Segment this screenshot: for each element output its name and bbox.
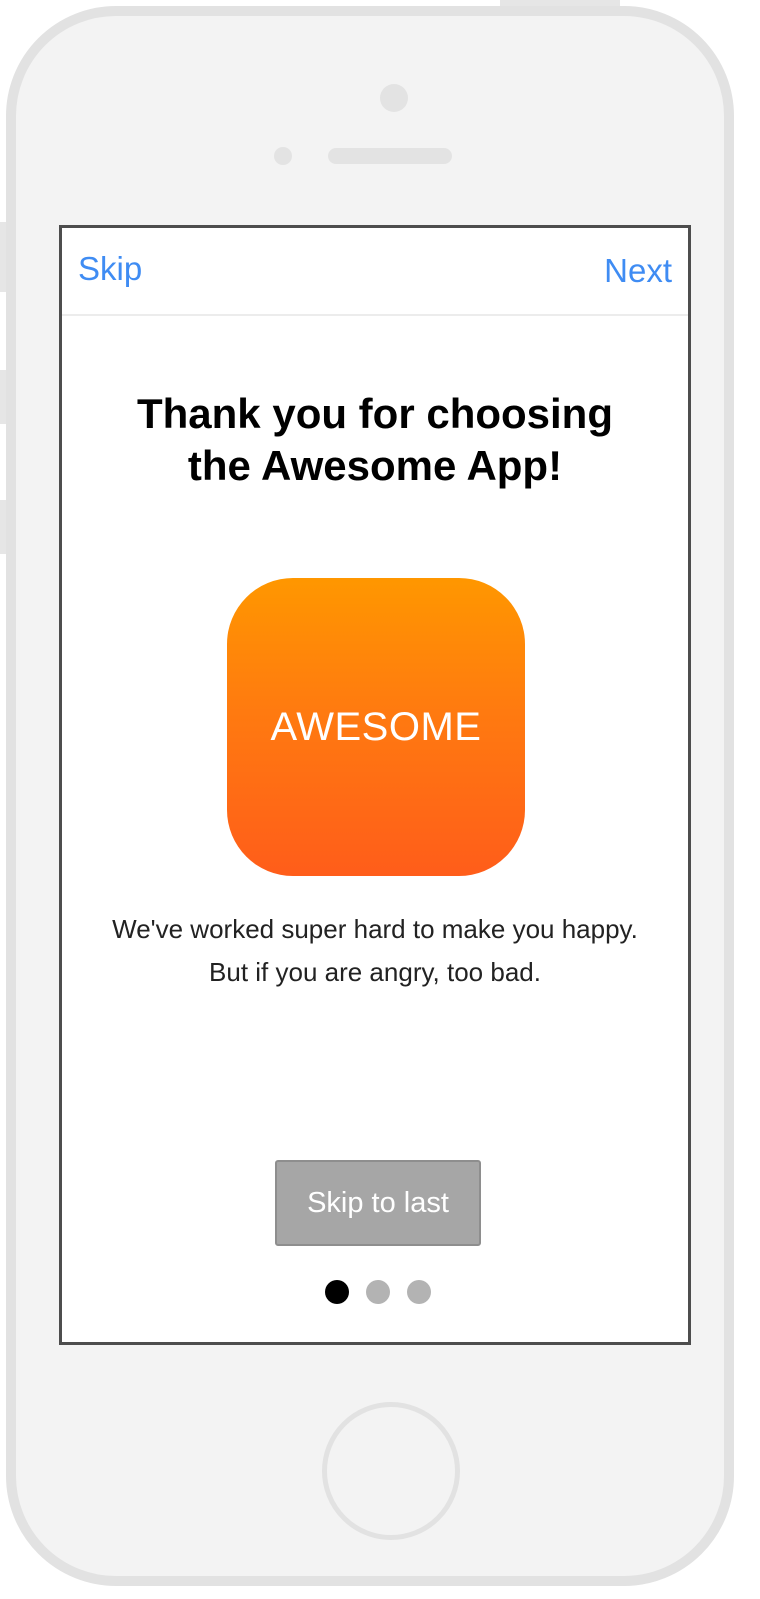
home-button[interactable]: [322, 1402, 460, 1540]
description-line-1: We've worked super hard to make you happ…: [112, 914, 638, 944]
earpiece-speaker: [328, 148, 452, 164]
front-camera: [380, 84, 408, 112]
app-icon: AWESOME: [227, 578, 525, 876]
page-indicator: [62, 1280, 688, 1304]
page-title: Thank you for choosing the Awesome App!: [62, 388, 688, 492]
skip-button[interactable]: Skip: [78, 250, 142, 288]
page-dot[interactable]: [325, 1280, 349, 1304]
title-line-1: Thank you for choosing: [136, 390, 613, 437]
title-line-2: the Awesome App!: [187, 442, 563, 489]
app-icon-label: AWESOME: [270, 704, 482, 749]
proximity-sensor: [274, 147, 292, 165]
page-dot[interactable]: [407, 1280, 431, 1304]
page-dot[interactable]: [366, 1280, 390, 1304]
description: We've worked super hard to make you happ…: [62, 908, 688, 994]
skip-to-last-button[interactable]: Skip to last: [275, 1160, 481, 1246]
navigation-bar: Skip Next: [62, 228, 688, 316]
next-button[interactable]: Next: [604, 252, 672, 290]
description-line-2: But if you are angry, too bad.: [209, 957, 541, 987]
phone-screen: Skip Next Thank you for choosing the Awe…: [59, 225, 691, 1345]
